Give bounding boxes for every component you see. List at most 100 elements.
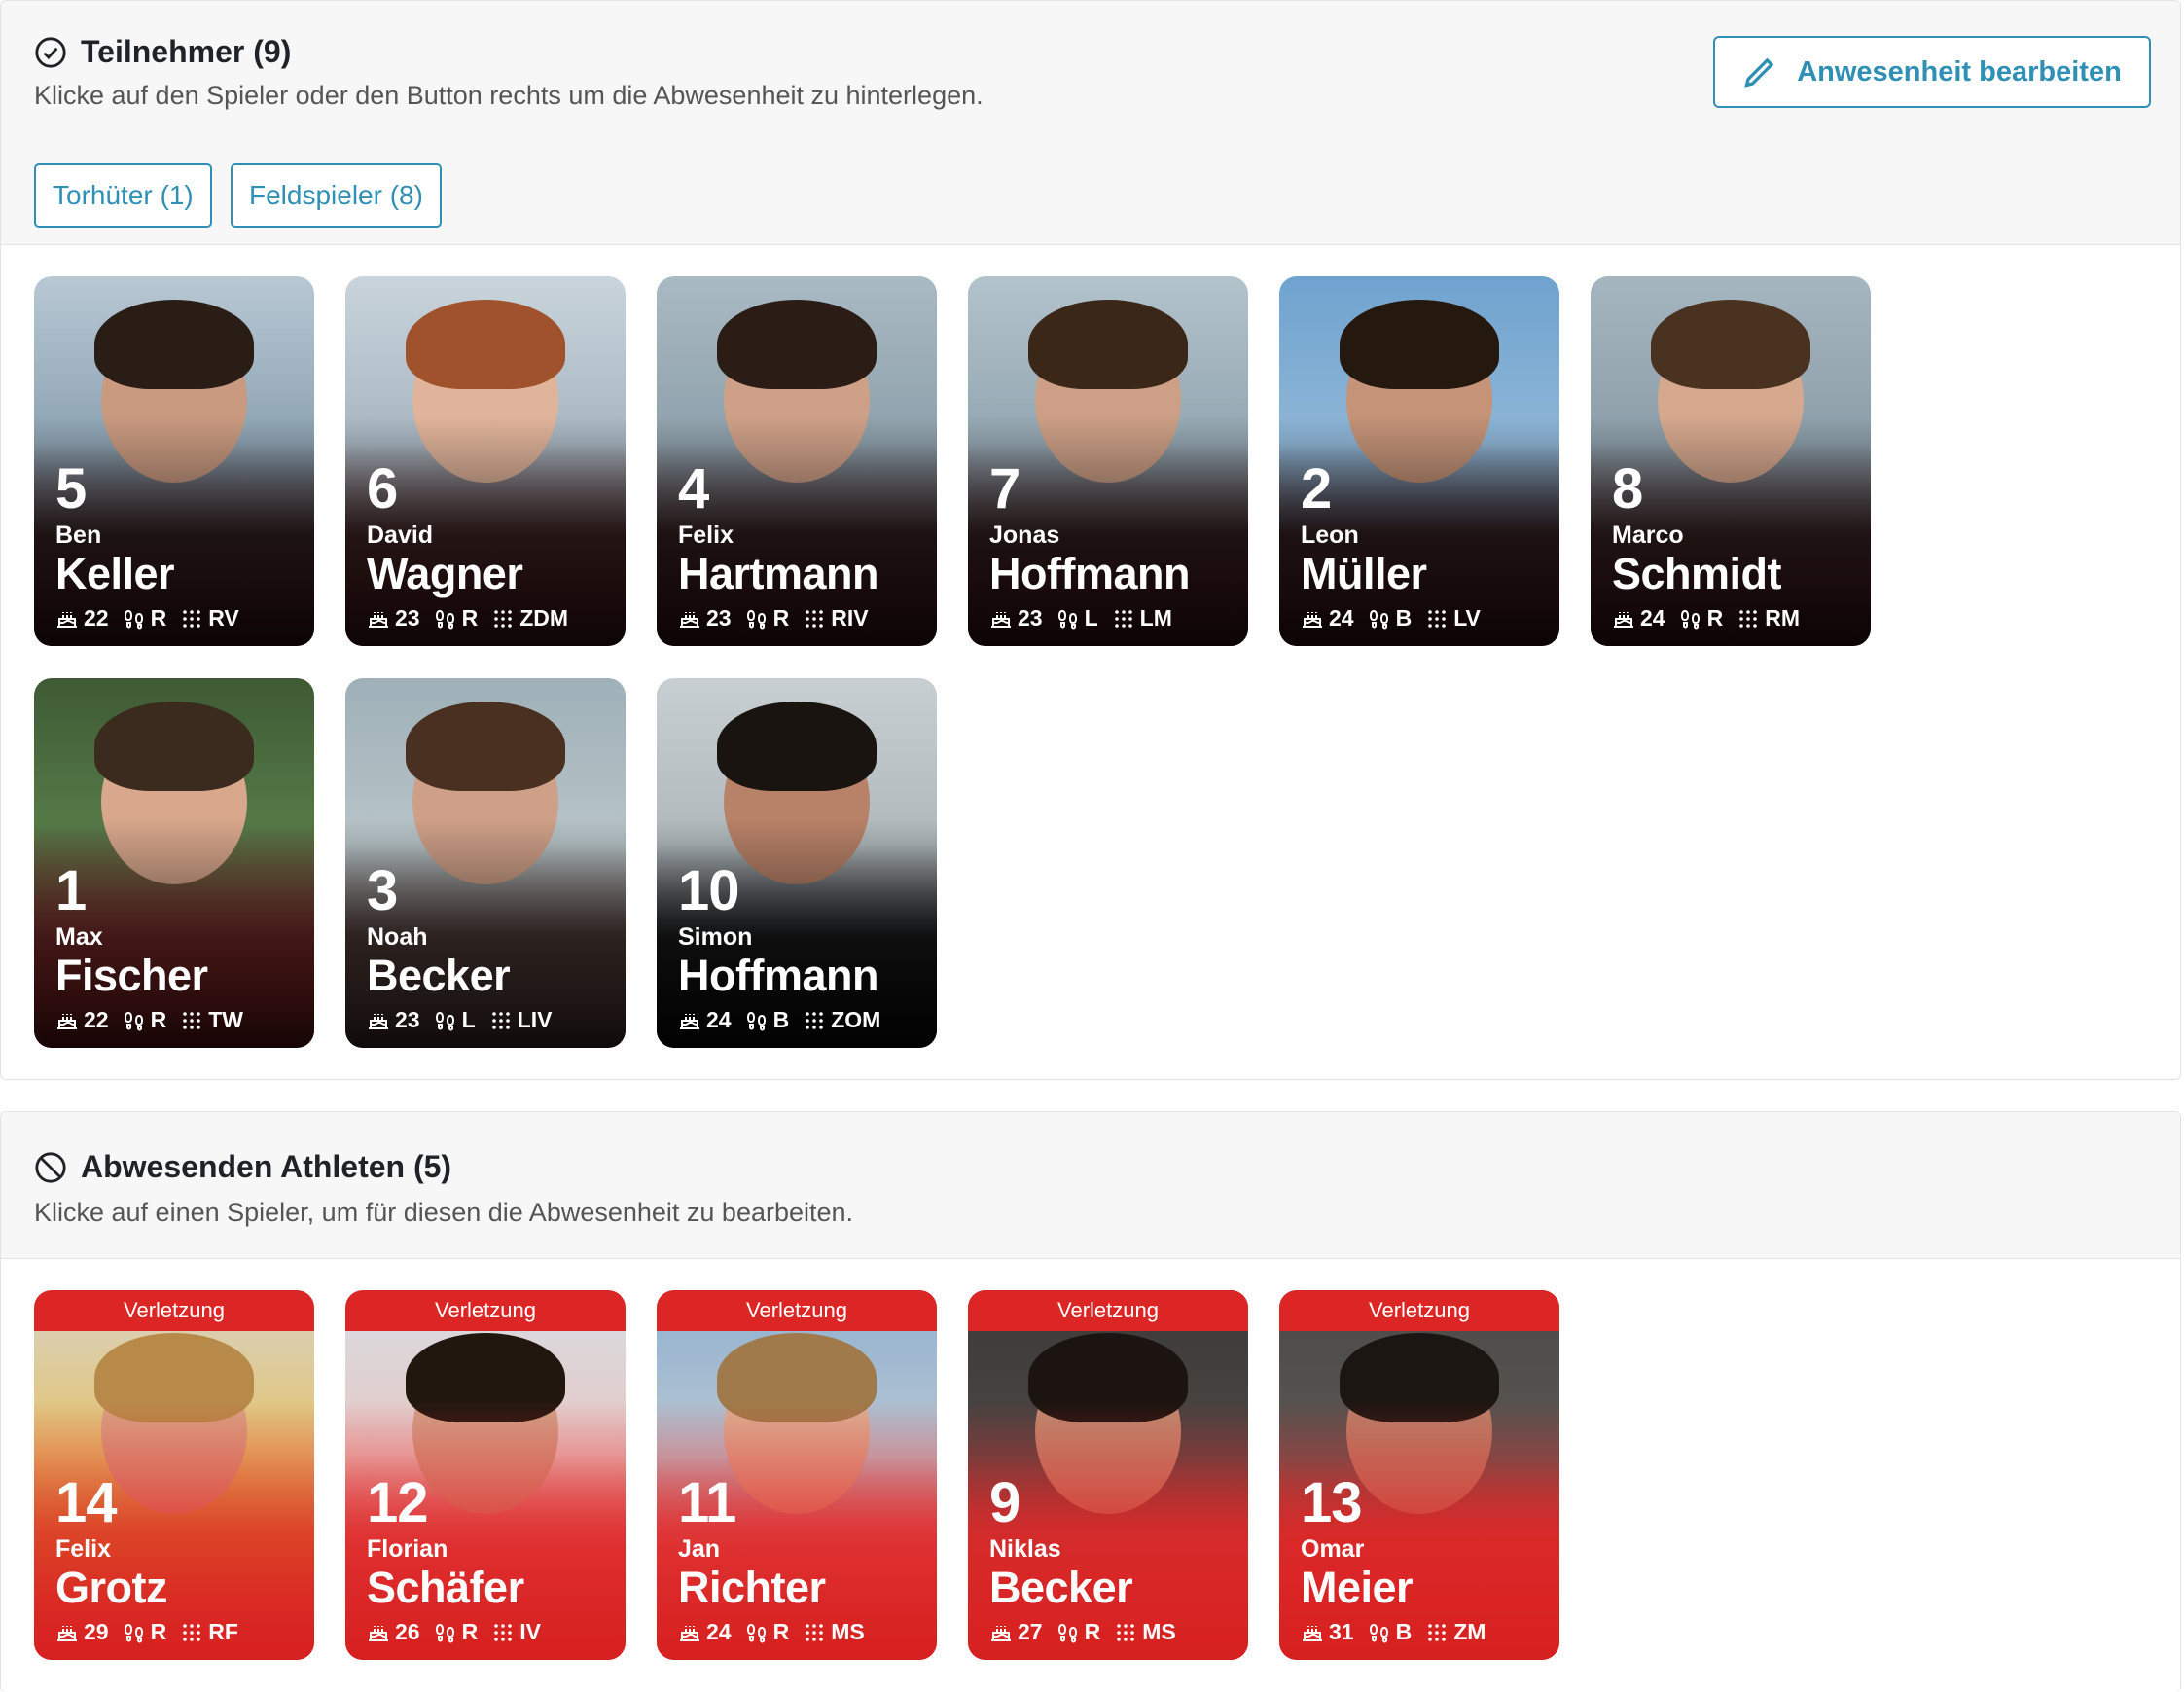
last-name: Schäfer bbox=[367, 1563, 524, 1612]
player-card[interactable]: 1 Max Fischer 22 R TW bbox=[34, 678, 314, 1048]
foot-stat: R bbox=[745, 1619, 789, 1645]
jersey-number: 5 bbox=[55, 457, 87, 521]
player-card[interactable]: Verletzung 13 Omar Meier 31 B ZM bbox=[1279, 1290, 1559, 1660]
player-card[interactable]: 6 David Wagner 23 R ZDM bbox=[345, 276, 626, 646]
position-value: LIV bbox=[517, 1007, 553, 1032]
first-name: Jan bbox=[678, 1535, 721, 1563]
foot-stat: R bbox=[1056, 1619, 1100, 1645]
foot-value: R bbox=[461, 605, 479, 630]
position-value: TW bbox=[208, 1007, 243, 1032]
first-name: Max bbox=[55, 923, 103, 951]
grid-icon bbox=[1428, 1623, 1447, 1641]
player-card[interactable]: 7 Jonas Hoffmann 23 L LM bbox=[968, 276, 1248, 646]
last-name: Richter bbox=[678, 1563, 826, 1612]
cake-icon bbox=[369, 1625, 388, 1641]
player-stats: 23 L LM bbox=[989, 605, 1186, 631]
age-stat: 22 bbox=[55, 605, 109, 631]
footprints-icon bbox=[1369, 1623, 1388, 1642]
position-filter-bar: Torhüter (1) Feldspieler (8) bbox=[1, 145, 2180, 245]
age-stat: 23 bbox=[367, 605, 420, 631]
footprints-icon bbox=[435, 1623, 454, 1642]
last-name: Hoffmann bbox=[989, 549, 1190, 598]
player-card[interactable]: 5 Ben Keller 22 R RV bbox=[34, 276, 314, 646]
foot-value: R bbox=[461, 1619, 479, 1644]
cake-icon bbox=[680, 611, 699, 628]
player-card[interactable]: Verletzung 11 Jan Richter 24 R MS bbox=[657, 1290, 937, 1660]
age-stat: 27 bbox=[989, 1619, 1043, 1645]
first-name: Ben bbox=[55, 522, 102, 549]
age-stat: 26 bbox=[367, 1619, 420, 1645]
age-stat: 24 bbox=[1301, 605, 1354, 631]
footprints-icon bbox=[124, 1623, 143, 1642]
first-name: Leon bbox=[1301, 522, 1359, 549]
age-value: 24 bbox=[1640, 605, 1665, 630]
filter-goalkeepers[interactable]: Torhüter (1) bbox=[34, 163, 212, 228]
age-stat: 23 bbox=[367, 1007, 420, 1033]
position-value: RM bbox=[1765, 605, 1800, 630]
player-stats: 23 L LIV bbox=[367, 1007, 565, 1033]
age-value: 22 bbox=[84, 605, 109, 630]
player-card[interactable]: 10 Simon Hoffmann 24 B ZOM bbox=[657, 678, 937, 1048]
player-card[interactable]: 3 Noah Becker 23 L LIV bbox=[345, 678, 626, 1048]
first-name: Noah bbox=[367, 923, 428, 951]
age-stat: 23 bbox=[989, 605, 1043, 631]
player-stats: 23 R RIV bbox=[678, 605, 882, 631]
grid-icon bbox=[494, 1623, 513, 1641]
cake-icon bbox=[680, 1625, 699, 1641]
absent-title-row: Abwesenden Athleten (5) bbox=[34, 1149, 451, 1185]
foot-stat: R bbox=[123, 1007, 167, 1033]
position-value: ZM bbox=[1453, 1619, 1486, 1644]
last-name: Grotz bbox=[55, 1563, 168, 1612]
cake-icon bbox=[1303, 611, 1322, 628]
edit-attendance-label: Anwesenheit bearbeiten bbox=[1797, 55, 2122, 88]
footprints-icon bbox=[435, 1011, 454, 1030]
position-stat: LV bbox=[1425, 605, 1481, 631]
player-stats: 24 R RM bbox=[1612, 605, 1813, 631]
player-stats: 22 R RV bbox=[55, 605, 253, 631]
foot-stat: B bbox=[1368, 1619, 1412, 1645]
jersey-number: 8 bbox=[1612, 457, 1643, 521]
foot-stat: R bbox=[434, 605, 479, 631]
player-card[interactable]: Verletzung 9 Niklas Becker 27 R MS bbox=[968, 1290, 1248, 1660]
absent-subtitle: Klicke auf einen Spieler, um für diesen … bbox=[34, 1198, 854, 1227]
age-stat: 24 bbox=[678, 1007, 732, 1033]
first-name: Felix bbox=[678, 522, 734, 549]
jersey-number: 2 bbox=[1301, 457, 1332, 521]
cake-icon bbox=[680, 1013, 699, 1029]
foot-value: R bbox=[150, 1007, 167, 1032]
cake-icon bbox=[57, 1013, 77, 1029]
age-value: 27 bbox=[1018, 1619, 1043, 1644]
foot-stat: L bbox=[1056, 605, 1098, 631]
foot-stat: R bbox=[1679, 605, 1724, 631]
first-name: Marco bbox=[1612, 522, 1684, 549]
age-value: 26 bbox=[395, 1619, 420, 1644]
player-card[interactable]: 8 Marco Schmidt 24 R RM bbox=[1591, 276, 1871, 646]
position-stat: RF bbox=[180, 1619, 238, 1645]
first-name: Felix bbox=[55, 1535, 111, 1563]
cake-icon bbox=[57, 1625, 77, 1641]
player-card[interactable]: 4 Felix Hartmann 23 R RIV bbox=[657, 276, 937, 646]
player-card[interactable]: Verletzung 14 Felix Grotz 29 R RF bbox=[34, 1290, 314, 1660]
foot-value: L bbox=[1084, 605, 1098, 630]
jersey-number: 7 bbox=[989, 457, 1020, 521]
foot-value: R bbox=[1706, 605, 1724, 630]
age-value: 24 bbox=[706, 1007, 732, 1032]
participants-subtitle: Klicke auf den Spieler oder den Button r… bbox=[34, 81, 984, 110]
participants-section: Teilnehmer (9) Klicke auf den Spieler od… bbox=[0, 0, 2181, 1080]
position-stat: RM bbox=[1736, 605, 1800, 631]
absence-reason-badge: Verletzung bbox=[345, 1290, 626, 1331]
player-card[interactable]: 2 Leon Müller 24 B LV bbox=[1279, 276, 1559, 646]
first-name: Simon bbox=[678, 923, 753, 951]
foot-stat: L bbox=[434, 1007, 476, 1033]
filter-field-players[interactable]: Feldspieler (8) bbox=[231, 163, 442, 228]
last-name: Meier bbox=[1301, 1563, 1414, 1612]
absent-title: Abwesenden Athleten (5) bbox=[81, 1149, 452, 1184]
player-card[interactable]: Verletzung 12 Florian Schäfer 26 R IV bbox=[345, 1290, 626, 1660]
jersey-number: 14 bbox=[55, 1471, 118, 1534]
cake-icon bbox=[1614, 611, 1633, 628]
foot-value: B bbox=[772, 1007, 790, 1032]
foot-value: R bbox=[772, 605, 790, 630]
position-value: MS bbox=[831, 1619, 865, 1644]
cake-icon bbox=[1303, 1625, 1322, 1641]
edit-attendance-button[interactable]: Anwesenheit bearbeiten bbox=[1713, 36, 2151, 108]
